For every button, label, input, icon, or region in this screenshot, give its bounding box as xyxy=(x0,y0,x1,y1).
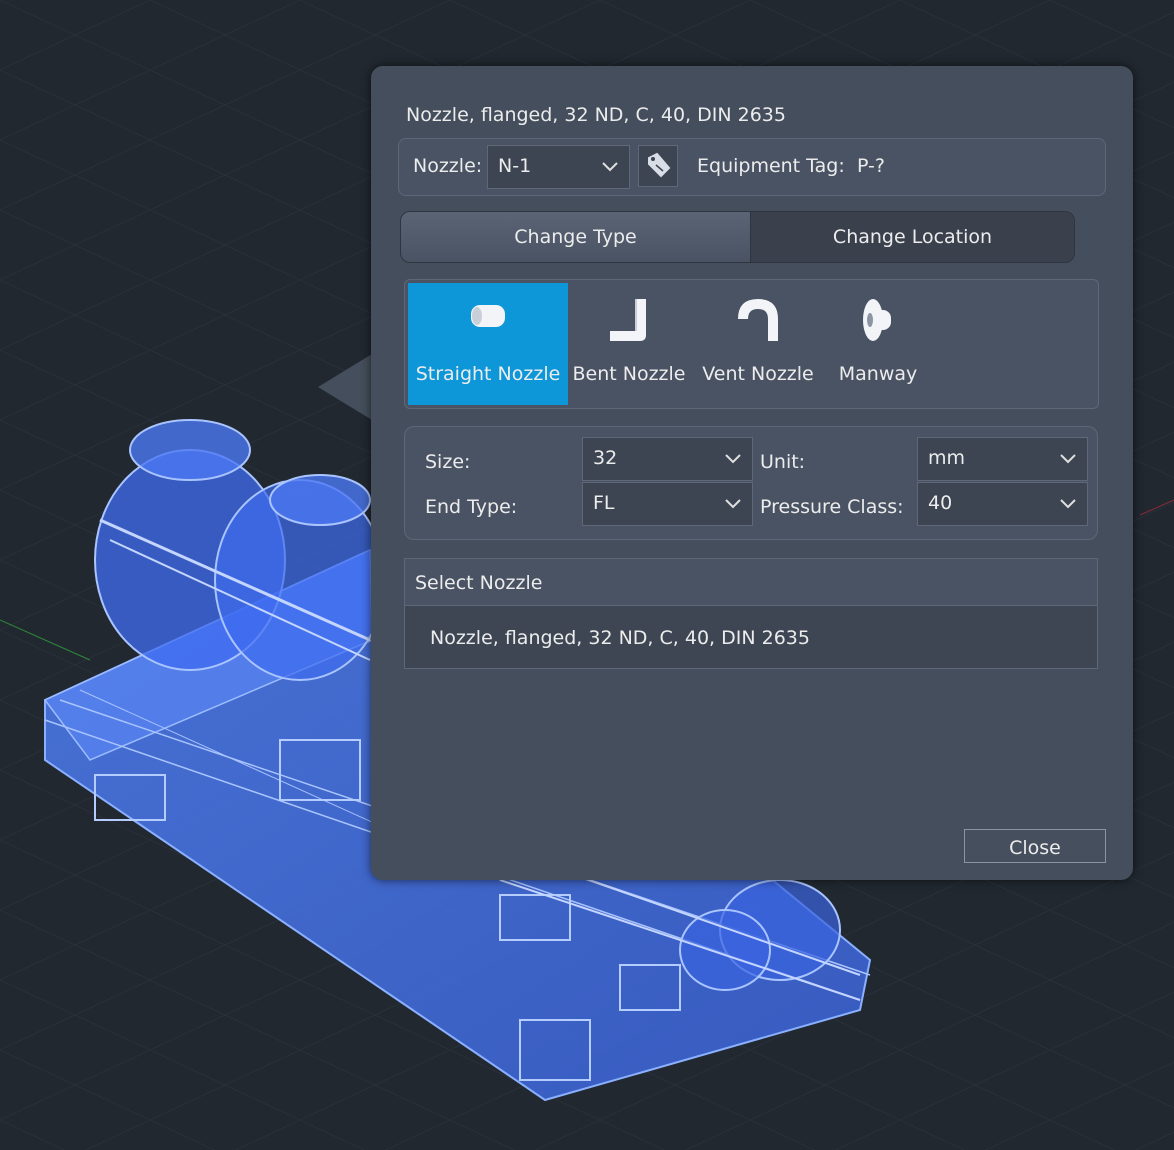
nozzle-type-vent[interactable]: Vent Nozzle xyxy=(693,283,823,405)
nozzle-label: Nozzle: xyxy=(413,155,483,177)
vent-nozzle-icon xyxy=(738,299,778,341)
end-type-label: End Type: xyxy=(425,496,518,518)
properties-section: Size: 32 Unit: mm End Type: FL Pressure … xyxy=(404,426,1098,540)
chevron-down-icon xyxy=(725,499,741,509)
tab-change-type[interactable]: Change Type xyxy=(401,212,751,262)
nozzle-type-manway[interactable]: Manway xyxy=(823,283,933,405)
select-nozzle-list: Select Nozzle Nozzle, flanged, 32 ND, C,… xyxy=(404,558,1098,669)
select-nozzle-title: Select Nozzle xyxy=(415,572,543,594)
nozzle-properties-panel: Nozzle, flanged, 32 ND, C, 40, DIN 2635 … xyxy=(371,66,1133,880)
tag-icon xyxy=(648,152,671,178)
size-value: 32 xyxy=(593,447,618,469)
nozzle-type-gallery: Straight Nozzle Bent Nozzle Vent Nozzle … xyxy=(404,279,1099,409)
nozzle-type-label: Manway xyxy=(838,363,918,385)
straight-nozzle-icon xyxy=(471,305,505,327)
equipment-tag-value: P-? xyxy=(857,155,885,177)
chevron-down-icon xyxy=(602,162,618,172)
chevron-down-icon xyxy=(725,454,741,464)
chevron-down-icon xyxy=(1060,499,1076,509)
nozzle-dropdown[interactable]: N-1 xyxy=(487,145,630,189)
size-label: Size: xyxy=(425,451,471,473)
nozzle-type-bent[interactable]: Bent Nozzle xyxy=(555,283,703,405)
equipment-tag-label: Equipment Tag: xyxy=(697,155,845,177)
nozzle-dropdown-value: N-1 xyxy=(498,155,532,177)
manway-icon xyxy=(863,299,891,341)
close-button[interactable]: Close xyxy=(964,829,1106,863)
list-item[interactable]: Nozzle, flanged, 32 ND, C, 40, DIN 2635 xyxy=(430,627,810,649)
pressure-class-dropdown[interactable]: 40 xyxy=(917,482,1088,526)
nozzle-type-label: Straight Nozzle xyxy=(415,363,561,385)
pressure-class-label: Pressure Class: xyxy=(760,496,904,518)
panel-title: Nozzle, flanged, 32 ND, C, 40, DIN 2635 xyxy=(406,104,786,126)
chevron-down-icon xyxy=(1060,454,1076,464)
unit-label: Unit: xyxy=(760,451,806,473)
unit-dropdown[interactable]: mm xyxy=(917,437,1088,481)
nozzle-tag-row: Nozzle: N-1 Equipment Tag: P-? xyxy=(398,138,1106,196)
nozzle-type-label: Vent Nozzle xyxy=(702,363,814,385)
bent-nozzle-icon xyxy=(610,299,646,341)
select-nozzle-header: Select Nozzle xyxy=(405,559,1097,606)
tab-bar: Change Type Change Location xyxy=(400,211,1075,263)
size-dropdown[interactable]: 32 xyxy=(582,437,753,481)
nozzle-type-straight[interactable]: Straight Nozzle xyxy=(408,283,568,405)
end-type-value: FL xyxy=(593,492,615,514)
unit-value: mm xyxy=(928,447,966,469)
tab-change-location[interactable]: Change Location xyxy=(751,212,1074,262)
end-type-dropdown[interactable]: FL xyxy=(582,482,753,526)
nozzle-type-label: Bent Nozzle xyxy=(572,363,686,385)
pressure-class-value: 40 xyxy=(928,492,953,514)
panel-pointer xyxy=(318,354,372,420)
assign-tag-button[interactable] xyxy=(638,145,678,187)
